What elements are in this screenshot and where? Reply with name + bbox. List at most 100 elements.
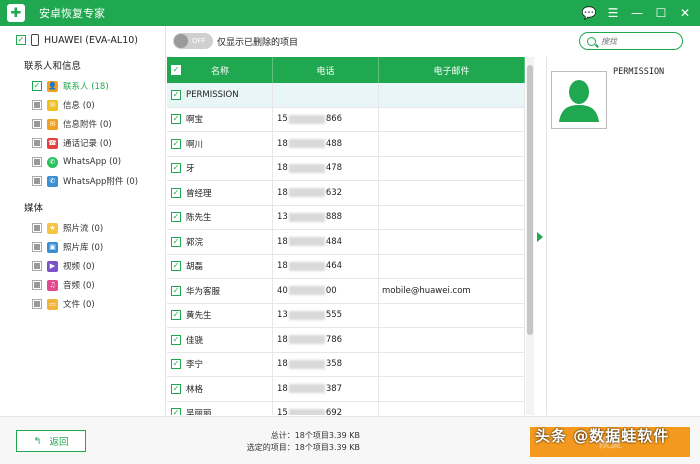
- sidebar-item-messages[interactable]: ✉ 信息 (0): [32, 98, 95, 112]
- phone-prefix: 18: [277, 163, 288, 174]
- redacted-digits: [288, 310, 325, 320]
- minimize-icon[interactable]: —: [628, 4, 646, 22]
- phone-prefix: 18: [277, 383, 288, 394]
- row-checkbox[interactable]: ✓: [171, 163, 181, 174]
- table-row[interactable]: ✓ 啊川 18 488: [167, 132, 525, 157]
- maximize-icon[interactable]: ☐: [652, 4, 670, 22]
- contact-phone: 13 888: [273, 205, 379, 229]
- row-checkbox[interactable]: ✓: [171, 114, 181, 125]
- sidebar-item-label: 通话记录 (0): [63, 139, 112, 149]
- sidebar-item-photostream[interactable]: ★ 照片流 (0): [32, 221, 103, 235]
- show-deleted-label: 仅显示已删除的项目: [217, 38, 299, 48]
- sidebar-item-whatsapp[interactable]: ✆ WhatsApp (0): [32, 155, 121, 169]
- select-all-checkbox[interactable]: ✓: [171, 65, 181, 75]
- row-checkbox[interactable]: ✓: [171, 187, 181, 198]
- group-row[interactable]: ✓ PERMISSION: [167, 83, 525, 108]
- phone-suffix: 888: [325, 212, 343, 223]
- table-row[interactable]: ✓ 曾经理 18 632: [167, 181, 525, 206]
- watermark: 头条 @数据蛙软件: [535, 427, 670, 445]
- video-checkbox[interactable]: [32, 261, 42, 271]
- row-checkbox[interactable]: ✓: [171, 212, 181, 223]
- sidebar-item-whatsapp-attachments[interactable]: ✆ WhatsApp附件 (0): [32, 174, 138, 188]
- sidebar-item-video[interactable]: ▶ 视频 (0): [32, 259, 95, 273]
- expand-preview-arrow-icon[interactable]: [537, 232, 543, 242]
- call-log-checkbox[interactable]: [32, 138, 42, 148]
- table-row[interactable]: ✓ 陈先生 13 888: [167, 205, 525, 230]
- attachment-icon: ✉: [47, 118, 58, 130]
- search-icon: [587, 36, 596, 46]
- photostream-icon: ★: [47, 222, 58, 234]
- row-checkbox[interactable]: ✓: [171, 261, 181, 272]
- messages-checkbox[interactable]: [32, 100, 42, 110]
- whatsapp-checkbox[interactable]: [32, 157, 42, 167]
- table-row[interactable]: ✓ 吴丽丽 15 692: [167, 401, 525, 415]
- contact-phone: 18 484: [273, 230, 379, 254]
- contact-name: 郭浣: [186, 237, 204, 248]
- contact-phone: 15 692: [273, 401, 379, 415]
- table-row[interactable]: ✓ 黄先生 13 555: [167, 303, 525, 328]
- contacts-checkbox[interactable]: ✓: [32, 81, 42, 91]
- feedback-icon[interactable]: 💬: [580, 4, 598, 22]
- toggle-state: OFF: [192, 37, 206, 45]
- toolbar: OFF 仅显示已删除的项目: [167, 26, 700, 56]
- row-checkbox[interactable]: ✓: [171, 236, 181, 247]
- files-checkbox[interactable]: [32, 299, 42, 309]
- sidebar-item-label: 照片库 (0): [63, 243, 104, 253]
- scrollbar-thumb[interactable]: [527, 65, 533, 335]
- device-checkbox[interactable]: ✓: [16, 35, 26, 45]
- search-box[interactable]: [579, 32, 683, 50]
- whatsapp-attachments-checkbox[interactable]: [32, 176, 42, 186]
- search-input[interactable]: [601, 36, 681, 46]
- table-row[interactable]: ✓ 林格 18 387: [167, 377, 525, 402]
- phone-column-header[interactable]: 电话: [273, 57, 379, 83]
- table-row[interactable]: ✓ 啊宝 15 866: [167, 107, 525, 132]
- photo-library-checkbox[interactable]: [32, 242, 42, 252]
- row-checkbox[interactable]: ✓: [171, 138, 181, 149]
- table-row[interactable]: ✓ 牙 18 478: [167, 156, 525, 181]
- table-row[interactable]: ✓ 李宁 18 358: [167, 352, 525, 377]
- sidebar-item-message-attachments[interactable]: ✉ 信息附件 (0): [32, 117, 112, 131]
- audio-icon: ♫: [47, 279, 58, 291]
- sidebar-item-audio[interactable]: ♫ 音频 (0): [32, 278, 95, 292]
- contact-email: mobile@huawei.com: [382, 285, 471, 296]
- table-scrollbar[interactable]: [526, 57, 534, 415]
- group-checkbox[interactable]: ✓: [171, 89, 181, 100]
- sidebar-item-photo-library[interactable]: ▣ 照片库 (0): [32, 240, 103, 254]
- row-checkbox[interactable]: ✓: [171, 285, 181, 296]
- phone-suffix: 632: [325, 187, 343, 198]
- photostream-checkbox[interactable]: [32, 223, 42, 233]
- sidebar-item-files[interactable]: ▭ 文件 (0): [32, 297, 95, 311]
- row-checkbox[interactable]: ✓: [171, 359, 181, 370]
- redacted-digits: [288, 408, 325, 415]
- sidebar-item-label: 文件 (0): [63, 300, 95, 310]
- name-column-header[interactable]: ✓ 名称: [167, 57, 273, 83]
- table-row[interactable]: ✓ 郭浣 18 484: [167, 230, 525, 255]
- close-icon[interactable]: ✕: [676, 4, 694, 22]
- sidebar-item-contacts[interactable]: ✓ 👤 联系人 (18): [32, 79, 109, 93]
- menu-icon[interactable]: ☰: [604, 4, 622, 22]
- redacted-digits: [288, 114, 325, 124]
- contact-name: 胡磊: [186, 262, 204, 273]
- phone-prefix: 18: [277, 236, 288, 247]
- phone-suffix: 478: [325, 163, 343, 174]
- phone-prefix: 18: [277, 261, 288, 272]
- contact-name: 吴丽丽: [186, 409, 212, 415]
- back-button[interactable]: ↰ 返回: [16, 430, 86, 452]
- table-row[interactable]: ✓ 华为客服 40 00 mobile@huawei.com: [167, 279, 525, 304]
- device-row[interactable]: ✓ HUAWEI (EVA-AL10): [16, 34, 138, 46]
- redacted-digits: [288, 212, 325, 222]
- row-checkbox[interactable]: ✓: [171, 408, 181, 415]
- sidebar-item-call-log[interactable]: ☎ 通话记录 (0): [32, 136, 112, 150]
- contact-phone: 18 358: [273, 352, 379, 376]
- row-checkbox[interactable]: ✓: [171, 310, 181, 321]
- row-checkbox[interactable]: ✓: [171, 334, 181, 345]
- attachments-checkbox[interactable]: [32, 119, 42, 129]
- table-row[interactable]: ✓ 佳骁 18 786: [167, 328, 525, 353]
- email-column-header[interactable]: 电子邮件: [379, 57, 525, 83]
- table-row[interactable]: ✓ 胡磊 18 464: [167, 254, 525, 279]
- contact-phone: 18 488: [273, 132, 379, 156]
- show-deleted-toggle[interactable]: OFF: [173, 33, 213, 49]
- row-checkbox[interactable]: ✓: [171, 383, 181, 394]
- contact-name: 佳骁: [186, 335, 204, 346]
- audio-checkbox[interactable]: [32, 280, 42, 290]
